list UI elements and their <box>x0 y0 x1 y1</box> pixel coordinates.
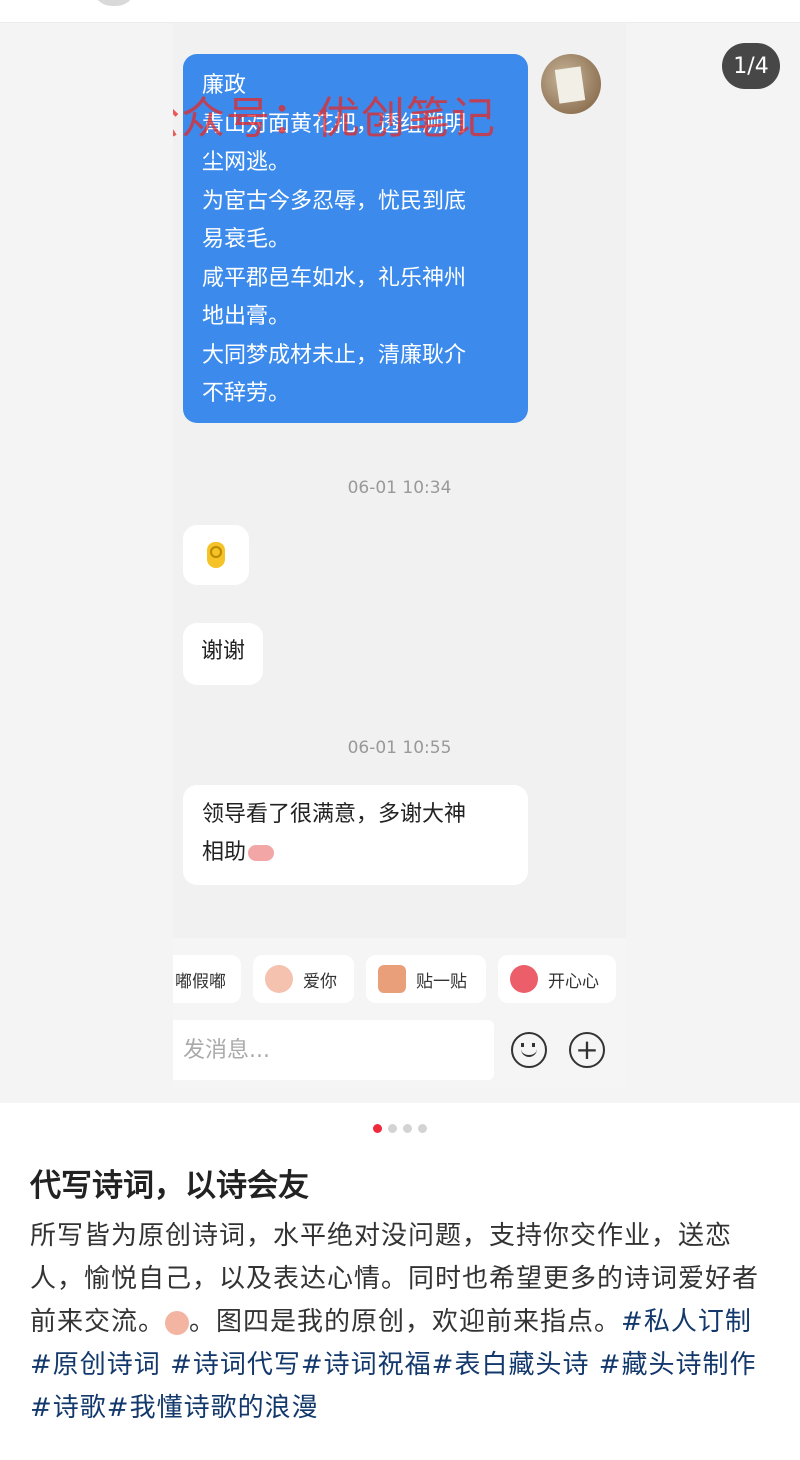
thumbs-up-icon <box>248 845 275 861</box>
plus-icon: + <box>575 1033 599 1066</box>
smiley-face-icon <box>521 1043 535 1047</box>
sticker-icon <box>510 965 538 993</box>
emoji-button[interactable] <box>511 1032 547 1068</box>
sticker-icon <box>165 1310 190 1335</box>
sticker-icon <box>378 965 406 993</box>
hashtag-link[interactable]: #表白藏头诗 <box>432 1350 590 1380</box>
message-timestamp: 06-01 10:34 <box>347 478 452 498</box>
post-title: 代写诗词，以诗会友 <box>30 1168 309 1204</box>
carousel-dot[interactable] <box>418 1124 427 1133</box>
quick-reply-chip[interactable]: 开心心 <box>498 955 616 1003</box>
ok-hand-message <box>183 525 249 585</box>
add-attachment-button[interactable]: + <box>569 1032 605 1068</box>
quick-reply-chip[interactable]: 爱你 <box>253 955 354 1003</box>
watermark-text: 公众号：优创笔记 <box>173 93 496 144</box>
carousel-dot[interactable] <box>388 1124 397 1133</box>
sticker-icon <box>265 965 293 993</box>
quick-reply-label: 嘟假嘟 <box>175 971 226 992</box>
quick-reply-bar: 嘟假嘟 爱你 贴一贴 开心心 <box>173 938 626 1006</box>
hashtag-link[interactable]: #我懂诗歌的浪漫 <box>107 1393 319 1423</box>
message-input[interactable] <box>173 1020 494 1080</box>
hashtag-link[interactable]: #诗词代写 <box>170 1350 301 1380</box>
chat-avatar <box>541 54 601 114</box>
hashtag-link[interactable]: #原创诗词 <box>30 1350 161 1380</box>
thanks-message-bubble: 谢谢 <box>183 623 264 685</box>
smile-mouth <box>521 1049 537 1057</box>
author-avatar[interactable] <box>92 0 136 6</box>
post-body: 所写皆为原创诗词，水平绝对没问题，支持你交作业，送恋人，愉悦自己，以及表达心情。… <box>30 1215 770 1430</box>
image-carousel[interactable]: 廉政 青山对面黄花把，透组溯明 尘网逃。 为宦古今多忍辱，忧民到底 易衰毛。 咸… <box>0 23 800 1103</box>
quick-reply-label: 贴一贴 <box>416 971 467 992</box>
carousel-dot[interactable] <box>403 1124 412 1133</box>
quick-reply-chip[interactable]: 贴一贴 <box>366 955 486 1003</box>
chat-screenshot: 廉政 青山对面黄花把，透组溯明 尘网逃。 为宦古今多忍辱，忧民到底 易衰毛。 咸… <box>173 23 626 1089</box>
post-text: 。图四是我的原创，欢迎前来指点。 <box>189 1307 622 1337</box>
message-timestamp: 06-01 10:55 <box>347 738 452 758</box>
quick-reply-label: 开心心 <box>548 971 599 992</box>
praise-message-text: 领导看了很满意，多谢大神 相助 <box>202 802 467 865</box>
chat-input-bar: + <box>173 1006 626 1089</box>
hashtag-link[interactable]: #藏头诗制作 <box>599 1350 757 1380</box>
quick-reply-chip[interactable]: 嘟假嘟 <box>173 955 241 1003</box>
hashtag-link[interactable]: #诗歌 <box>30 1393 107 1423</box>
top-bar <box>0 0 800 23</box>
ok-hand-icon <box>207 542 225 568</box>
carousel-dot[interactable] <box>373 1124 382 1133</box>
quick-reply-label: 爱你 <box>303 971 337 992</box>
carousel-dots <box>0 1124 800 1133</box>
hashtag-link[interactable]: #私人订制 <box>621 1307 752 1337</box>
praise-message-bubble: 领导看了很满意，多谢大神 相助 <box>183 785 528 885</box>
hashtag-link[interactable]: #诗词祝福 <box>301 1350 432 1380</box>
page-indicator: 1/4 <box>722 43 780 89</box>
